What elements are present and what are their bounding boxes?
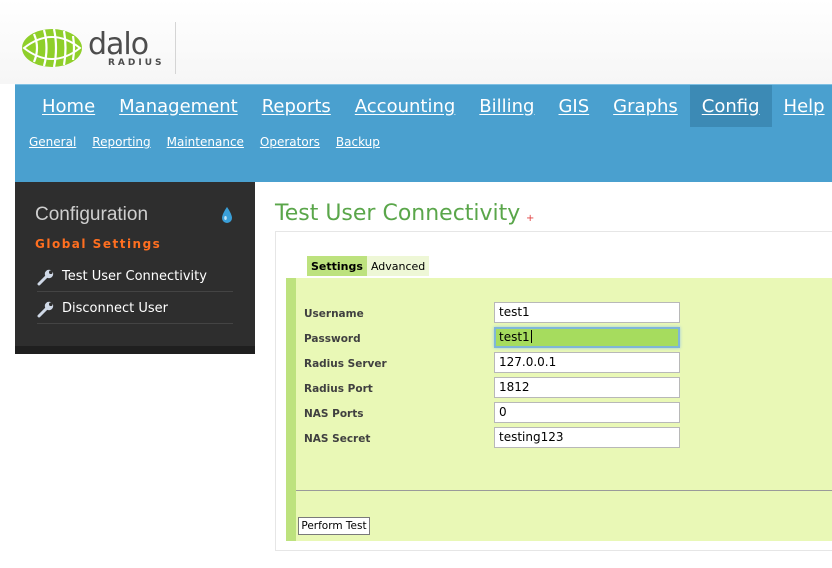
- subnav-backup[interactable]: Backup: [336, 135, 380, 149]
- sidebar-footer-bar: [15, 346, 255, 354]
- radius-server-label: Radius Server: [304, 358, 387, 370]
- nas-ports-field[interactable]: 0: [494, 402, 680, 423]
- nav-help[interactable]: Help: [772, 85, 832, 127]
- tab-bar: Settings Advanced: [307, 256, 430, 276]
- nas-ports-label: NAS Ports: [304, 408, 364, 420]
- main-nav: Home Management Reports Accounting Billi…: [30, 85, 832, 127]
- sidebar-section-title: Global Settings: [35, 237, 162, 251]
- sub-nav: General Reporting Maintenance Operators …: [29, 135, 396, 149]
- wrench-icon: [37, 301, 54, 317]
- nav-accounting[interactable]: Accounting: [343, 85, 468, 127]
- sidebar-item-test-user-connectivity[interactable]: Test User Connectivity: [37, 262, 233, 292]
- password-label: Password: [304, 333, 361, 345]
- sidebar: Configuration Global Settings Test User …: [15, 182, 255, 354]
- wrench-icon: [37, 269, 54, 285]
- settings-panel: Username test1 Password test1 Radius Ser…: [286, 278, 832, 541]
- tab-settings[interactable]: Settings: [307, 256, 367, 276]
- sidebar-item-label: Test User Connectivity: [62, 269, 207, 284]
- droplet-icon: [222, 207, 232, 223]
- nav-management[interactable]: Management: [107, 85, 250, 127]
- radius-port-label: Radius Port: [304, 383, 373, 395]
- page-title: Test User Connectivity: [275, 201, 521, 226]
- username-field[interactable]: test1: [494, 302, 680, 323]
- navbar: Home Management Reports Accounting Billi…: [15, 84, 832, 182]
- nas-secret-label: NAS Secret: [304, 433, 371, 445]
- subnav-operators[interactable]: Operators: [260, 135, 320, 149]
- radius-port-field[interactable]: 1812: [494, 377, 680, 398]
- radius-server-field[interactable]: 127.0.0.1: [494, 352, 680, 373]
- nav-graphs[interactable]: Graphs: [601, 85, 690, 127]
- password-value: test1: [499, 330, 530, 344]
- logo[interactable]: dalo RADIUS: [20, 24, 162, 70]
- nas-secret-field[interactable]: testing123: [494, 427, 680, 448]
- nav-billing[interactable]: Billing: [467, 85, 546, 127]
- username-label: Username: [304, 308, 364, 320]
- header-divider: [175, 22, 176, 74]
- nav-reports[interactable]: Reports: [250, 85, 343, 127]
- nav-gis[interactable]: GIS: [546, 85, 601, 127]
- logo-globe-icon: [22, 28, 82, 68]
- logo-subtitle: RADIUS: [108, 58, 165, 68]
- text-caret: [530, 330, 532, 343]
- nav-home[interactable]: Home: [30, 85, 107, 127]
- sidebar-title: Configuration: [35, 204, 149, 225]
- tab-advanced[interactable]: Advanced: [366, 256, 430, 276]
- subnav-maintenance[interactable]: Maintenance: [167, 135, 244, 149]
- sidebar-item-disconnect-user[interactable]: Disconnect User: [37, 294, 233, 324]
- password-field[interactable]: test1: [494, 327, 680, 348]
- header: dalo RADIUS: [0, 0, 832, 84]
- sidebar-item-label: Disconnect User: [62, 301, 168, 316]
- help-toggle-icon[interactable]: +: [526, 213, 534, 224]
- subnav-reporting[interactable]: Reporting: [92, 135, 150, 149]
- nav-config[interactable]: Config: [689, 85, 772, 127]
- logo-wordmark: dalo: [88, 27, 149, 62]
- subnav-general[interactable]: General: [29, 135, 76, 149]
- perform-test-button[interactable]: Perform Test: [298, 517, 370, 535]
- panel-divider: [296, 490, 832, 491]
